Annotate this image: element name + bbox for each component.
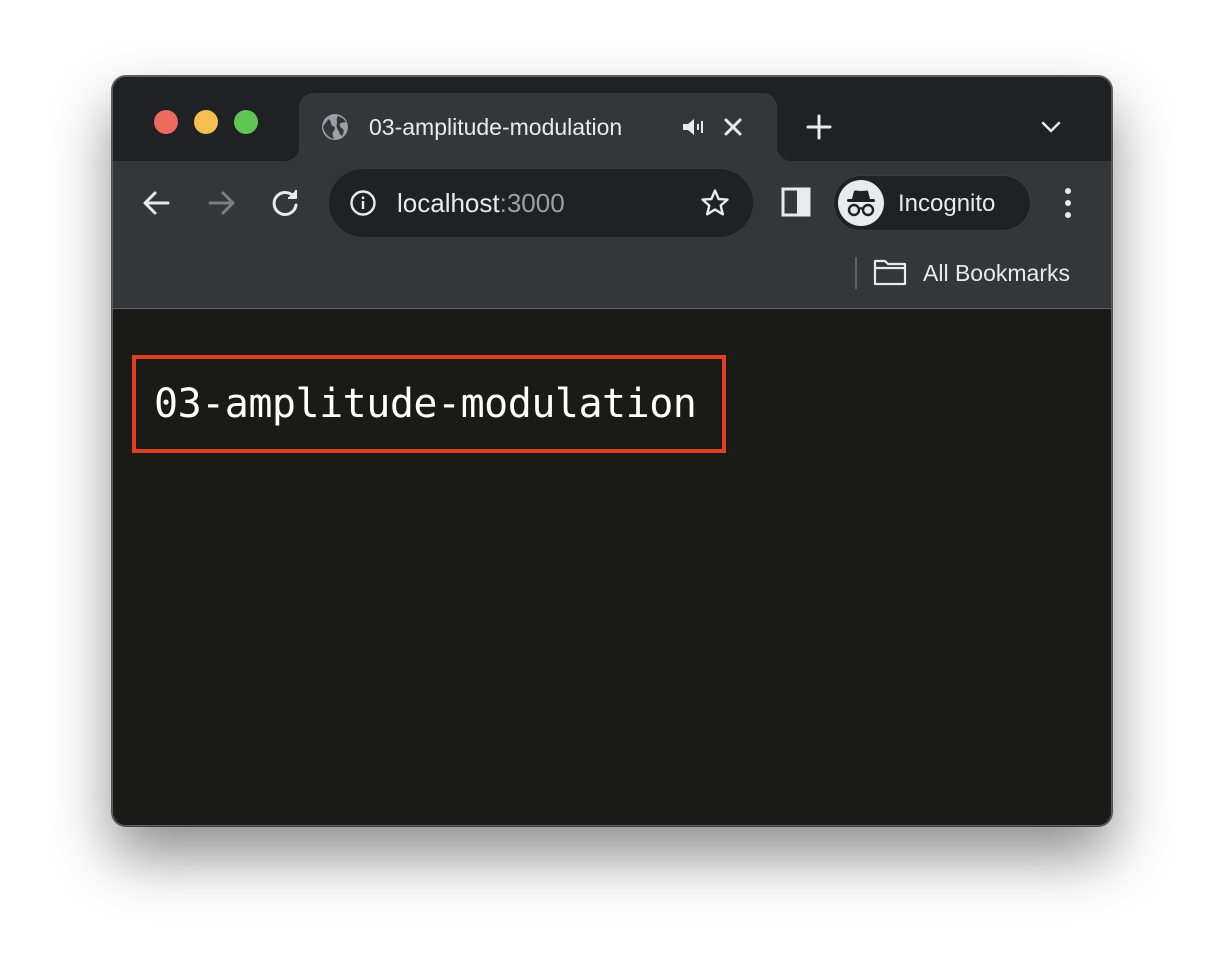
minimize-window-button[interactable] [194, 110, 218, 134]
incognito-icon [838, 180, 884, 226]
maximize-window-button[interactable] [234, 110, 258, 134]
chevron-down-icon[interactable] [1037, 113, 1065, 141]
profile-label: Incognito [898, 190, 996, 217]
heading-highlight-box: 03-amplitude-modulation [132, 355, 726, 453]
folder-icon[interactable] [873, 257, 907, 287]
side-panel-icon[interactable] [779, 185, 813, 219]
all-bookmarks-button[interactable]: All Bookmarks [923, 259, 1070, 287]
speaker-icon[interactable] [681, 115, 707, 139]
browser-window: 03-amplitude-modulation localhost:3000 I… [112, 76, 1112, 826]
reload-icon[interactable] [267, 185, 303, 221]
close-icon[interactable] [719, 113, 747, 141]
bookmarks-divider [855, 257, 857, 289]
star-icon[interactable] [699, 187, 731, 219]
title-bar: 03-amplitude-modulation [113, 77, 1111, 161]
active-tab[interactable]: 03-amplitude-modulation [299, 93, 777, 161]
url-port: :3000 [499, 188, 565, 218]
page-content: 03-amplitude-modulation [113, 309, 1111, 825]
info-icon[interactable] [349, 189, 377, 217]
profile-button[interactable]: Incognito [833, 175, 1031, 231]
close-window-button[interactable] [154, 110, 178, 134]
plus-icon[interactable] [803, 111, 835, 143]
bookmarks-bar: All Bookmarks [113, 245, 1111, 309]
address-bar[interactable]: localhost:3000 [329, 169, 753, 237]
toolbar: localhost:3000 Incognito [113, 161, 1111, 245]
kebab-menu-icon[interactable] [1053, 183, 1083, 223]
tab-title: 03-amplitude-modulation [369, 114, 623, 140]
url-text[interactable]: localhost:3000 [397, 189, 565, 217]
page-title: 03-amplitude-modulation [154, 381, 697, 427]
url-host: localhost [397, 188, 500, 218]
arrow-right-icon[interactable] [203, 185, 239, 221]
globe-icon [321, 113, 349, 141]
arrow-left-icon[interactable] [139, 185, 175, 221]
